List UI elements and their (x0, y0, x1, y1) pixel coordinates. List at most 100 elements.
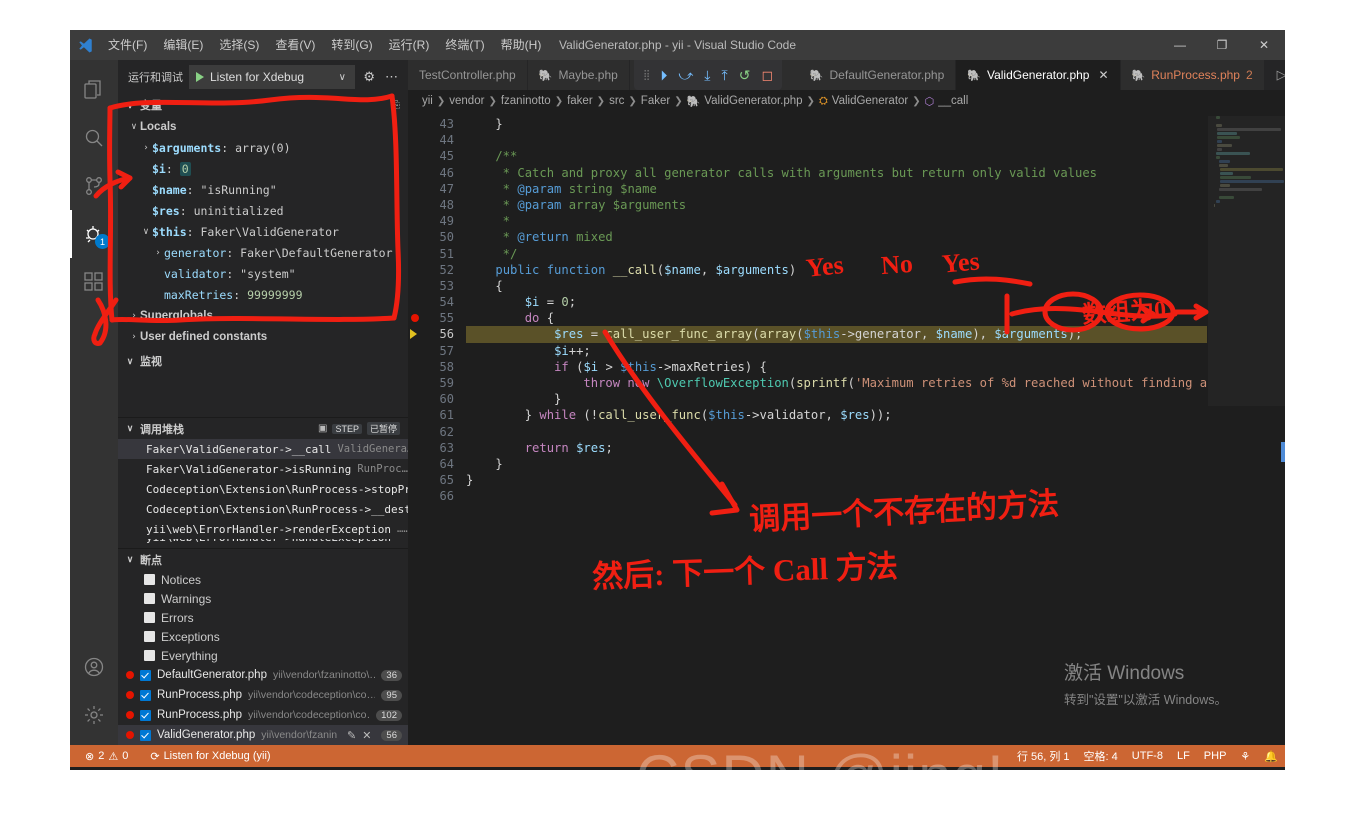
menu-help[interactable]: 帮助(H) (493, 30, 550, 60)
step-out-icon[interactable]: ⤒ (722, 68, 728, 82)
checkbox[interactable] (144, 650, 155, 661)
maximize-button[interactable]: ❐ (1201, 30, 1243, 60)
breakpoint-file-row[interactable]: DefaultGenerator.php yii\vendor\fzaninot… (118, 665, 408, 685)
breakpoint-dot-icon[interactable] (126, 731, 134, 739)
menu-go[interactable]: 转到(G) (323, 30, 380, 60)
twisty-icon[interactable]: › (128, 332, 140, 342)
scrollbar-thumb[interactable] (1281, 442, 1285, 462)
checkbox[interactable] (144, 574, 155, 585)
breakpoint-file-row[interactable]: RunProcess.php yii\vendor\codeception\co… (118, 685, 408, 705)
variable-row[interactable]: validator: "system" (118, 263, 408, 284)
code-content[interactable]: } /** * Catch and proxy all generator ca… (466, 112, 1207, 745)
breadcrumb-item[interactable]: ValidGenerator (832, 95, 909, 107)
twisty-icon[interactable]: › (140, 143, 152, 153)
breakpoint-category-exceptions[interactable]: Exceptions (118, 627, 408, 646)
variable-row[interactable]: $name: "isRunning" (118, 179, 408, 200)
callstack-row[interactable]: Codeception\Extension\RunProcess->__dest… (118, 499, 408, 519)
close-icon[interactable]: ✕ (1098, 68, 1108, 82)
end-of-line[interactable]: LF (1170, 745, 1197, 767)
variable-row[interactable]: › $arguments: array(0) (118, 137, 408, 158)
checkbox[interactable] (140, 689, 151, 701)
breakpoint-dot-icon[interactable] (411, 314, 419, 323)
checkbox[interactable] (144, 631, 155, 642)
code-editor[interactable]: 43 44 45 46 47 48 49 50 51 52 53 54 55 5… (408, 112, 1285, 745)
breadcrumb-item[interactable]: fzaninotto (501, 95, 551, 107)
line-number-gutter[interactable]: 43 44 45 46 47 48 49 50 51 52 53 54 55 5… (408, 112, 466, 745)
feedback-icon[interactable]: ⚘ (1233, 745, 1257, 767)
notifications-bell-icon[interactable]: 🔔 (1257, 745, 1285, 767)
remove-breakpoint-icon[interactable]: ✕ (362, 729, 371, 742)
accounts-icon[interactable] (70, 643, 118, 691)
menu-view[interactable]: 查看(V) (267, 30, 323, 60)
breakpoint-file-row[interactable]: RunProcess.php yii\vendor\codeception\co… (118, 705, 408, 725)
minimap[interactable] (1207, 112, 1285, 745)
start-debug-icon[interactable] (196, 72, 204, 82)
explorer-icon[interactable] (70, 66, 118, 114)
menu-edit[interactable]: 编辑(E) (155, 30, 211, 60)
encoding[interactable]: UTF-8 (1125, 745, 1170, 767)
callstack-section-header[interactable]: ∨ 调用堆栈 ▣ STEP 已暂停 (118, 417, 408, 439)
callstack-row[interactable]: Faker\ValidGenerator->__call ValidGenera… (118, 439, 408, 459)
tab-maybe[interactable]: 🐘 Maybe.php (527, 60, 630, 90)
variable-group-superglobals[interactable]: › Superglobals (118, 305, 408, 326)
breakpoints-section-header[interactable]: ∨ 断点 (118, 548, 408, 570)
twisty-icon[interactable]: › (128, 311, 140, 321)
variable-group-user-constants[interactable]: › User defined constants (118, 326, 408, 347)
tab-runprocess[interactable]: 🐘 RunProcess.php 2 (1120, 60, 1265, 90)
edit-breakpoint-icon[interactable]: ✎ (347, 729, 356, 742)
tab-validgenerator[interactable]: 🐘 ValidGenerator.php ✕ (956, 60, 1121, 90)
checkbox[interactable] (144, 612, 155, 623)
step-over-icon[interactable]: ⤻ (678, 68, 693, 82)
restart-icon[interactable]: ↺ (739, 68, 751, 82)
breakpoint-category-notices[interactable]: Notices (118, 570, 408, 589)
continue-icon[interactable]: ⏵ (660, 68, 667, 82)
search-icon[interactable] (70, 114, 118, 162)
stop-icon[interactable]: ◻ (761, 68, 773, 82)
debug-config-select[interactable]: Listen for Xdebug ∨ (189, 65, 356, 89)
menu-terminal[interactable]: 终端(T) (437, 30, 492, 60)
breadcrumb-item[interactable]: ValidGenerator.php (704, 95, 802, 107)
step-into-icon[interactable]: ⤓ (704, 68, 710, 82)
source-control-icon[interactable] (70, 162, 118, 210)
breadcrumb-item[interactable]: Faker (641, 95, 670, 107)
language-mode[interactable]: PHP (1197, 745, 1234, 767)
menu-file[interactable]: 文件(F) (100, 30, 155, 60)
breadcrumb-item[interactable]: __call (938, 95, 968, 107)
gear-icon[interactable] (70, 691, 118, 739)
variable-group-locals[interactable]: ∨ Locals (118, 116, 408, 137)
breakpoint-category-warnings[interactable]: Warnings (118, 589, 408, 608)
debug-more-icon[interactable]: ⋯ (383, 69, 400, 85)
variable-row[interactable]: maxRetries: 99999999 (118, 284, 408, 305)
extensions-icon[interactable] (70, 258, 118, 306)
breakpoint-dot-icon[interactable] (126, 671, 134, 679)
breadcrumb-item[interactable]: faker (567, 95, 593, 107)
run-and-debug-icon[interactable]: 1 (70, 210, 118, 258)
breakpoint-dot-icon[interactable] (126, 691, 134, 699)
breakpoint-category-errors[interactable]: Errors (118, 608, 408, 627)
twisty-icon[interactable]: ∨ (128, 122, 140, 132)
tab-testcontroller[interactable]: TestController.php (408, 60, 528, 90)
breakpoint-dot-icon[interactable] (126, 711, 134, 719)
callstack-row[interactable]: yii\web\ErrorHandler->handleException (118, 539, 408, 548)
debug-session-status[interactable]: ⟳ Listen for Xdebug (yii) (143, 745, 277, 767)
callstack-row[interactable]: Codeception\Extension\RunProcess->stopPr… (118, 479, 408, 499)
indentation[interactable]: 空格: 4 (1077, 745, 1125, 767)
variables-section-header[interactable]: ∨ 变量 ⎘ (118, 94, 408, 116)
watch-section-header[interactable]: ∨ 监视 (118, 350, 408, 372)
variables-actions[interactable]: ⎘ (392, 100, 400, 111)
twisty-icon[interactable]: › (152, 248, 164, 258)
breakpoint-file-row[interactable]: ValidGenerator.php yii\vendor\fzanin… ✎ … (118, 725, 408, 745)
checkbox[interactable] (140, 709, 151, 721)
menu-run[interactable]: 运行(R) (381, 30, 438, 60)
checkbox[interactable] (144, 593, 155, 604)
drag-handle[interactable]: ⣿ (643, 70, 650, 80)
problems-status[interactable]: ⊗ 2 ⚠ 0 (78, 745, 135, 767)
callstack-row[interactable]: Faker\ValidGenerator->isRunning RunProc… (118, 459, 408, 479)
close-button[interactable]: ✕ (1243, 30, 1285, 60)
debug-settings-gear-icon[interactable]: ⚙ (361, 69, 377, 85)
variable-row[interactable]: › generator: Faker\DefaultGenerator (118, 242, 408, 263)
breadcrumb-item[interactable]: src (609, 95, 624, 107)
twisty-icon[interactable]: ∨ (140, 227, 152, 237)
variable-row[interactable]: $res: uninitialized (118, 200, 408, 221)
minimize-button[interactable]: — (1159, 30, 1201, 60)
